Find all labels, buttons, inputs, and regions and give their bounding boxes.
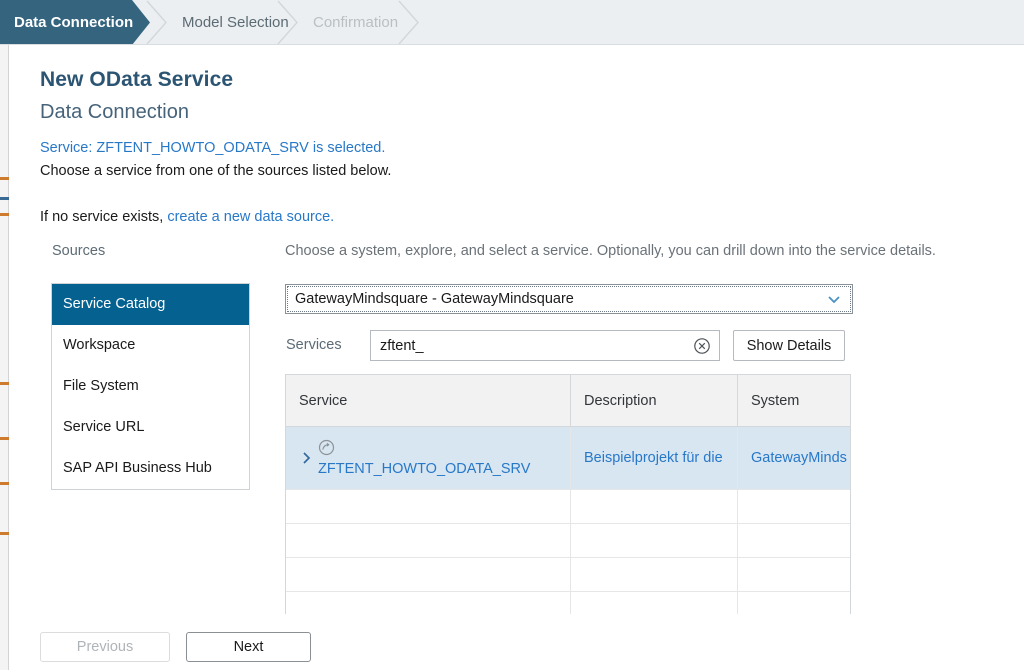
panel-hint-text: Choose a system, explore, and select a s… (285, 243, 936, 259)
table-cell-empty (571, 524, 738, 557)
services-search-input[interactable]: zftent_ (370, 330, 720, 361)
previous-button[interactable]: Previous (40, 632, 170, 662)
table-cell-empty (738, 558, 850, 591)
edge-tick (0, 382, 9, 385)
wizard-step-confirmation[interactable]: Confirmation (297, 0, 399, 44)
table-cell-empty (286, 524, 571, 557)
table-cell-empty (571, 592, 738, 614)
step-separator-icon (396, 0, 422, 44)
table-row[interactable]: ZFTENT_HOWTO_ODATA_SRV Beispielprojekt f… (286, 427, 850, 490)
chevron-down-icon (826, 291, 852, 307)
wizard-step-data-connection[interactable]: Data Connection (0, 0, 150, 44)
chevron-right-icon[interactable] (294, 451, 318, 465)
wizard-step-label: Data Connection (14, 14, 134, 31)
sidebar-item-label: Service Catalog (63, 296, 166, 312)
table-cell-empty (571, 558, 738, 591)
wizard-step-model-selection[interactable]: Model Selection (166, 0, 289, 44)
wizard-step-label: Confirmation (313, 14, 399, 31)
create-data-source-link[interactable]: create a new data source. (167, 209, 334, 225)
table-row-empty[interactable] (286, 490, 850, 524)
table-cell-description: Beispielprojekt für die (571, 427, 738, 489)
edge-tick (0, 213, 9, 216)
sidebar-item-label: SAP API Business Hub (63, 460, 212, 476)
edge-tick (0, 532, 9, 535)
page-subtitle: Data Connection (40, 101, 189, 123)
page-root: Data Connection Model Selection Confirma… (0, 0, 1024, 670)
sidebar-item-service-catalog[interactable]: Service Catalog (52, 284, 249, 325)
sidebar-item-workspace[interactable]: Workspace (52, 325, 249, 366)
table-col-service[interactable]: Service (286, 375, 571, 426)
services-table: Service Description System ZFTENT_HOWTO_… (285, 374, 851, 614)
table-col-system[interactable]: System (738, 375, 850, 426)
table-cell-service-value: ZFTENT_HOWTO_ODATA_SRV (318, 461, 531, 477)
sources-label: Sources (52, 243, 106, 259)
sidebar-item-file-system[interactable]: File System (52, 366, 249, 407)
wizard-step-bar: Data Connection Model Selection Confirma… (0, 0, 1024, 45)
services-search-value: zftent_ (380, 337, 424, 354)
table-cell-empty (738, 524, 850, 557)
edge-tick (0, 482, 9, 485)
table-header-row: Service Description System (286, 375, 850, 427)
next-button[interactable]: Next (186, 632, 311, 662)
no-service-hint: If no service exists, create a new data … (40, 209, 334, 225)
service-identity: ZFTENT_HOWTO_ODATA_SRV (318, 439, 530, 477)
table-col-description[interactable]: Description (571, 375, 738, 426)
table-cell-system: GatewayMinds (751, 450, 847, 466)
table-cell-empty (738, 592, 850, 614)
no-service-prefix: If no service exists, (40, 209, 164, 225)
selected-service-message: Service: ZFTENT_HOWTO_ODATA_SRV is selec… (40, 140, 386, 156)
sidebar-item-service-url[interactable]: Service URL (52, 407, 249, 448)
sidebar-item-label: Service URL (63, 419, 145, 435)
page-title: New OData Service (40, 68, 234, 91)
system-select-value: GatewayMindsquare - GatewayMindsquare (295, 291, 574, 307)
table-cell-empty (286, 592, 571, 614)
sidebar-item-sap-api-business-hub[interactable]: SAP API Business Hub (52, 448, 249, 489)
table-row-empty[interactable] (286, 558, 850, 592)
wizard-step-label: Model Selection (182, 14, 289, 31)
system-select[interactable]: GatewayMindsquare - GatewayMindsquare (285, 284, 853, 314)
sidebar-item-label: Workspace (63, 337, 136, 353)
left-edge-strip[interactable] (0, 45, 9, 670)
sources-list: Service Catalog Workspace File System Se… (51, 283, 250, 490)
show-details-button[interactable]: Show Details (733, 330, 845, 361)
circle-arrow-right-icon (318, 439, 530, 460)
services-search-label: Services (286, 337, 342, 353)
sidebar-item-label: File System (63, 378, 139, 394)
table-cell-empty (738, 490, 850, 523)
edge-tick (0, 437, 9, 440)
table-cell-service[interactable]: ZFTENT_HOWTO_ODATA_SRV (286, 427, 571, 489)
edge-tick (0, 197, 9, 200)
table-cell-empty (571, 490, 738, 523)
table-cell-empty (286, 558, 571, 591)
table-cell-empty (286, 490, 571, 523)
edge-tick (0, 177, 9, 180)
table-row-empty[interactable] (286, 592, 850, 614)
circle-close-icon[interactable] (693, 337, 719, 355)
table-row-empty[interactable] (286, 524, 850, 558)
instruction-text: Choose a service from one of the sources… (40, 163, 392, 179)
